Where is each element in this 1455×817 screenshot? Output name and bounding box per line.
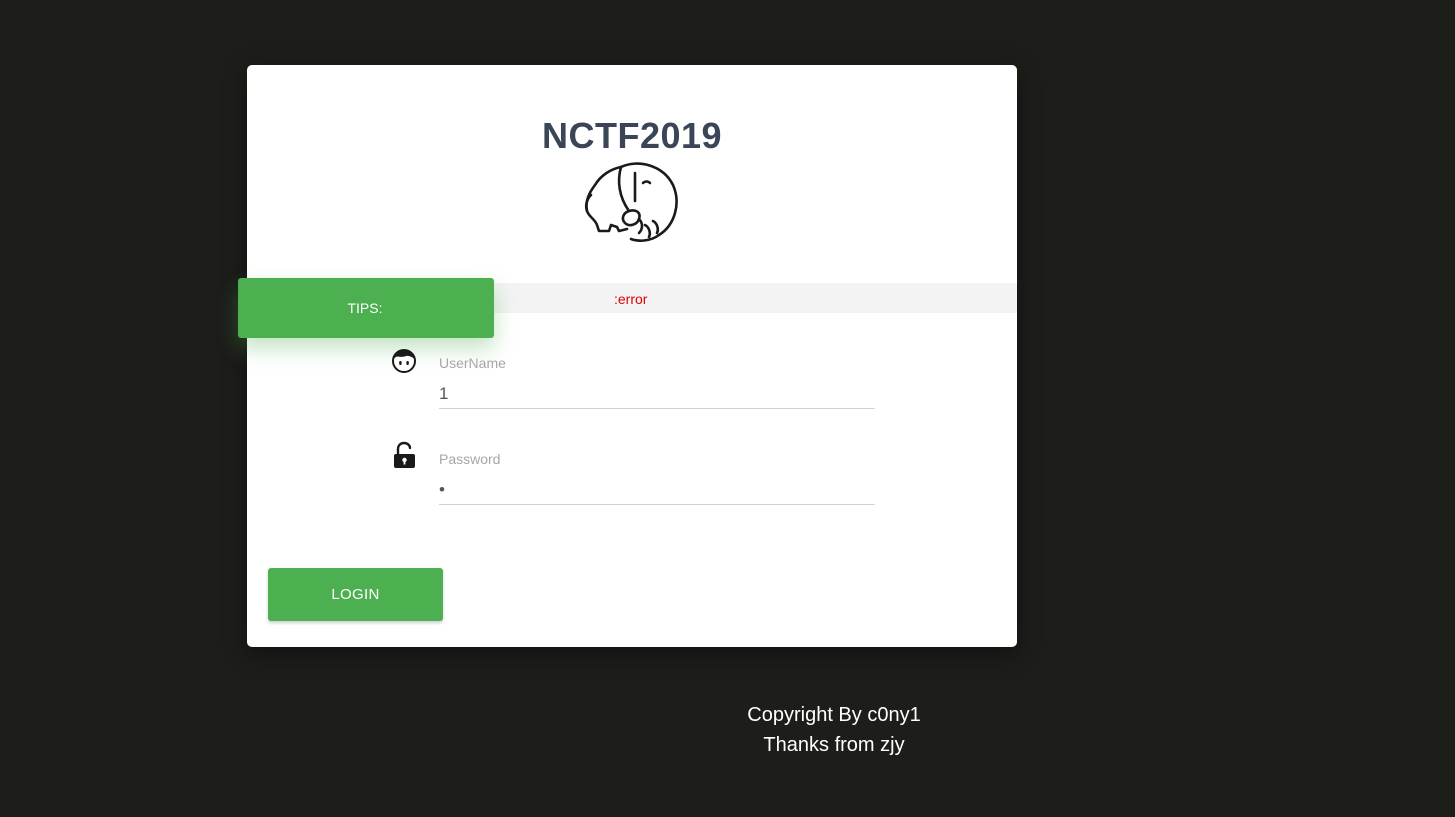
unlock-icon (394, 441, 415, 468)
tips-badge: TIPS: (238, 278, 494, 338)
copyright-text: Copyright By c0ny1 (747, 704, 921, 726)
username-input[interactable] (439, 379, 875, 409)
login-card: NCTF2019 :error TIPS: UserName Password … (238, 65, 1017, 647)
password-input[interactable] (439, 475, 875, 505)
footer: Copyright By c0ny1 Thanks from zjy (634, 700, 1034, 760)
login-button[interactable]: LOGIN (268, 568, 443, 621)
username-label: UserName (439, 355, 506, 371)
user-face-icon (392, 349, 416, 373)
elephant-icon (584, 162, 678, 242)
page-title: NCTF2019 (541, 115, 723, 156)
thanks-text: Thanks from zjy (763, 734, 905, 756)
tips-message: :error (614, 291, 648, 307)
password-label: Password (439, 451, 501, 467)
